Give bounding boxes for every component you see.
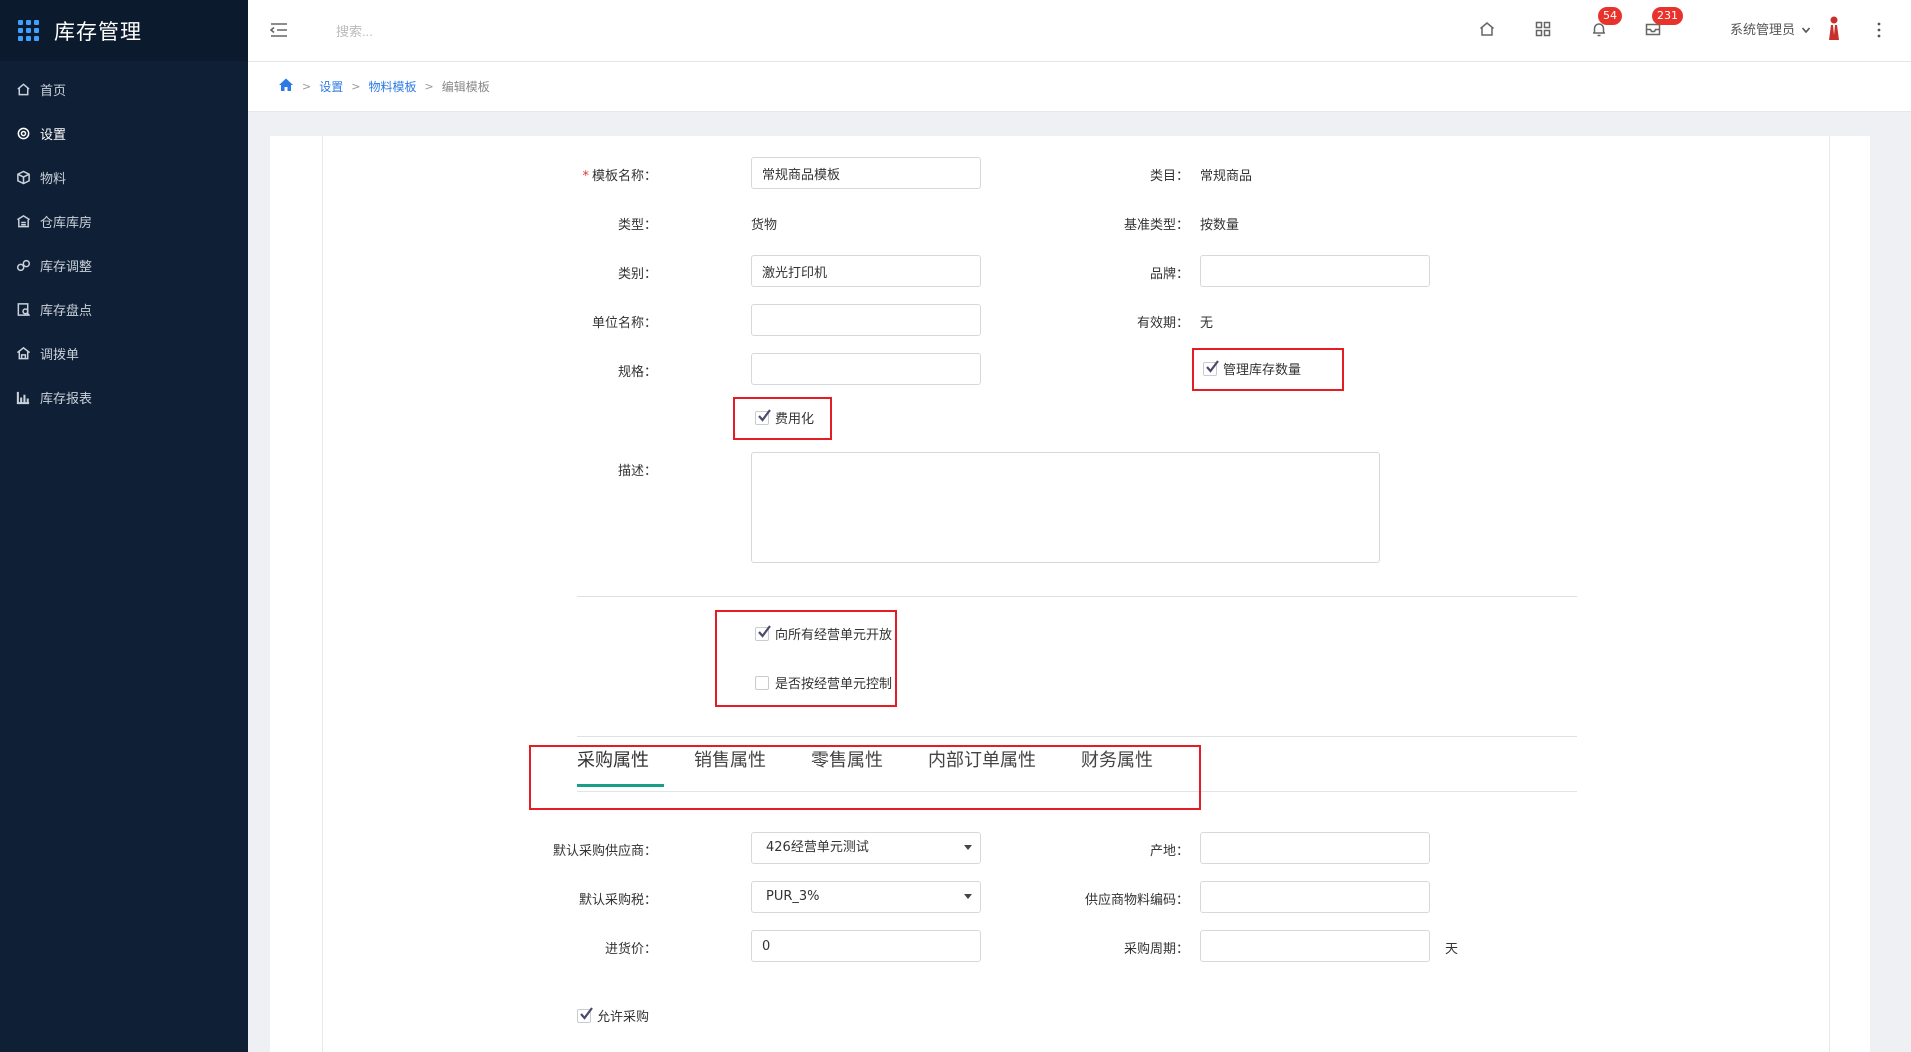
sidebar-item-label: 调拨单 — [40, 347, 80, 363]
user-name: 系统管理员 — [1730, 23, 1796, 38]
more-vertical-icon[interactable] — [1876, 20, 1882, 40]
default-supplier-label: 默认采购供应商： — [552, 844, 657, 859]
bell-icon[interactable]: 54 — [1588, 7, 1622, 40]
home-icon[interactable] — [1476, 18, 1498, 40]
origin-label: 产地： — [1149, 844, 1189, 859]
type-value: 货物 — [751, 218, 778, 233]
sidebar-item-label: 库存盘点 — [40, 303, 93, 319]
unit-name-input[interactable] — [751, 304, 981, 336]
type-label: 类型： — [617, 218, 657, 233]
supplier-code-label: 供应商物料编码： — [1084, 893, 1189, 908]
sidebar-item-label: 设置 — [40, 127, 67, 143]
allow-purchase-checkbox[interactable]: 允许采购 — [577, 1006, 649, 1025]
spec-label: 规格： — [617, 365, 657, 380]
highlight-box — [715, 610, 897, 707]
purchase-cycle-unit: 天 — [1445, 942, 1459, 957]
breadcrumb-material-template[interactable]: 物料模板 — [368, 78, 416, 95]
base-type-label: 基准类型： — [1123, 218, 1189, 233]
menu-collapse-icon[interactable] — [268, 19, 290, 41]
breadcrumb-separator: > — [351, 80, 361, 93]
default-supplier-select[interactable]: 426经营单元测试 — [751, 832, 981, 864]
breadcrumb-separator: > — [302, 80, 312, 93]
form-container: *模板名称： 类目： 常规商品 类型： 货物 基准类型： 按数量 类别： 品牌：… — [322, 136, 1830, 1052]
sidebar-item-label: 物料 — [40, 171, 67, 187]
sidebar-item-home[interactable]: 首页 — [0, 67, 248, 111]
apps-grid-icon — [18, 19, 40, 42]
default-tax-select[interactable]: PUR_3% — [751, 881, 981, 913]
avatar[interactable] — [1826, 15, 1842, 41]
template-name-input[interactable] — [751, 157, 981, 189]
validity-value: 无 — [1200, 316, 1214, 331]
sidebar-item-stock-adjust[interactable]: 库存调整 — [0, 243, 248, 287]
caret-down-icon — [964, 845, 972, 850]
sidebar-item-label: 库存调整 — [40, 259, 93, 275]
highlight-box — [733, 397, 832, 440]
sidebar-nav: 首页 设置 物料 仓库库房 库存调整 库存盘点 调拨单 库存报表 — [0, 61, 248, 419]
breadcrumb-current: 编辑模板 — [441, 80, 490, 94]
caret-down-icon — [964, 894, 972, 899]
top-header: 54 231 系统管理员 — [248, 0, 1911, 62]
cube-icon — [15, 169, 31, 185]
origin-input[interactable] — [1200, 832, 1430, 864]
transfer-icon — [15, 345, 31, 361]
brand-input[interactable] — [1200, 255, 1430, 287]
category-label: 类别： — [617, 267, 657, 282]
base-type-value: 按数量 — [1200, 218, 1240, 233]
warehouse-icon — [15, 213, 31, 229]
divider — [577, 596, 1577, 597]
description-textarea[interactable] — [751, 452, 1380, 563]
category-input[interactable] — [751, 255, 981, 287]
user-menu[interactable]: 系统管理员 — [1730, 19, 1811, 38]
validity-label: 有效期： — [1136, 316, 1189, 331]
default-supplier-value: 426经营单元测试 — [766, 840, 869, 855]
highlight-box — [529, 745, 1201, 810]
checkbox-checked — [577, 1006, 593, 1023]
unit-name-label: 单位名称： — [591, 316, 657, 331]
bar-chart-icon — [15, 389, 31, 405]
messages-badge: 231 — [1652, 7, 1683, 25]
template-name-label: * 模板名称： — [582, 169, 657, 184]
home-icon — [15, 81, 31, 97]
sidebar-item-transfer[interactable]: 调拨单 — [0, 331, 248, 375]
breadcrumb-separator: > — [424, 80, 434, 93]
apps-icon[interactable] — [1532, 18, 1554, 40]
highlight-box — [1192, 348, 1344, 391]
sidebar-item-label: 库存报表 — [40, 391, 93, 407]
allow-purchase-label: 允许采购 — [597, 1010, 650, 1025]
sidebar: 库存管理 首页 设置 物料 仓库库房 库存调整 库存盘点 调拨单 库存报表 — [0, 0, 248, 1052]
brand-label: 品牌： — [1149, 267, 1189, 282]
default-tax-label: 默认采购税： — [578, 893, 657, 908]
app-title: 库存管理 — [54, 19, 142, 44]
gear-icon — [15, 125, 31, 141]
category-class-value: 常规商品 — [1200, 169, 1253, 184]
purchase-cycle-input[interactable] — [1200, 930, 1430, 962]
category-class-label: 类目： — [1149, 169, 1189, 184]
mail-icon[interactable]: 231 — [1642, 7, 1683, 40]
breadcrumb: > 设置 > 物料模板 > 编辑模板 — [248, 62, 1911, 112]
sidebar-item-label: 仓库库房 — [40, 215, 93, 231]
divider — [577, 736, 1577, 737]
purchase-price-input[interactable] — [751, 930, 981, 962]
search-input[interactable] — [336, 18, 636, 44]
chevron-down-icon — [1801, 24, 1811, 34]
default-tax-value: PUR_3% — [766, 889, 820, 904]
home-icon[interactable] — [278, 77, 294, 96]
sidebar-item-stock-check[interactable]: 库存盘点 — [0, 287, 248, 331]
brand[interactable]: 库存管理 — [0, 0, 248, 61]
description-label: 描述： — [617, 464, 657, 479]
purchase-cycle-label: 采购周期： — [1123, 942, 1189, 957]
inventory-check-icon — [15, 301, 31, 317]
breadcrumb-settings[interactable]: 设置 — [319, 78, 343, 95]
supplier-code-input[interactable] — [1200, 881, 1430, 913]
purchase-price-label: 进货价： — [604, 942, 657, 957]
main-panel: *模板名称： 类目： 常规商品 类型： 货物 基准类型： 按数量 类别： 品牌：… — [270, 136, 1870, 1052]
sidebar-item-label: 首页 — [40, 83, 67, 99]
sidebar-item-stock-report[interactable]: 库存报表 — [0, 375, 248, 419]
adjust-icon — [15, 257, 31, 273]
sidebar-item-warehouse[interactable]: 仓库库房 — [0, 199, 248, 243]
spec-input[interactable] — [751, 353, 981, 385]
sidebar-item-settings[interactable]: 设置 — [0, 111, 248, 155]
sidebar-item-materials[interactable]: 物料 — [0, 155, 248, 199]
notifications-badge: 54 — [1598, 7, 1622, 25]
